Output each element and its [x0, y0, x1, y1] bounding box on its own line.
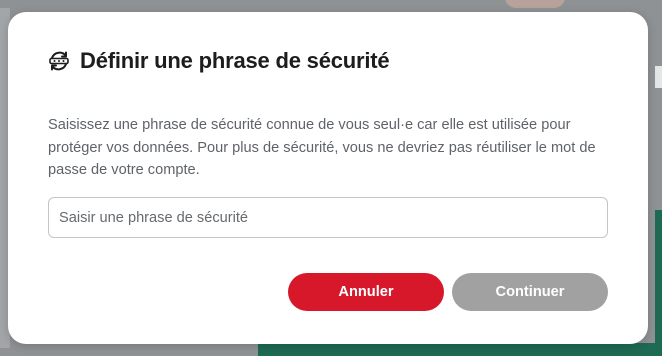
- background-element: [655, 210, 662, 356]
- security-phrase-dialog: Définir une phrase de sécurité Saisissez…: [8, 12, 648, 344]
- security-phrase-input[interactable]: [48, 197, 608, 238]
- password-mask-refresh-icon: [48, 50, 70, 72]
- cancel-button[interactable]: Annuler: [288, 273, 444, 311]
- background-element: [655, 66, 662, 88]
- background-element: [505, 0, 565, 8]
- background-element: [258, 343, 662, 356]
- continue-button[interactable]: Continuer: [452, 273, 608, 311]
- dialog-header: Définir une phrase de sécurité: [48, 46, 390, 76]
- dialog-title: Définir une phrase de sécurité: [80, 48, 390, 73]
- dialog-description: Saisissez une phrase de sécurité connue …: [48, 117, 596, 178]
